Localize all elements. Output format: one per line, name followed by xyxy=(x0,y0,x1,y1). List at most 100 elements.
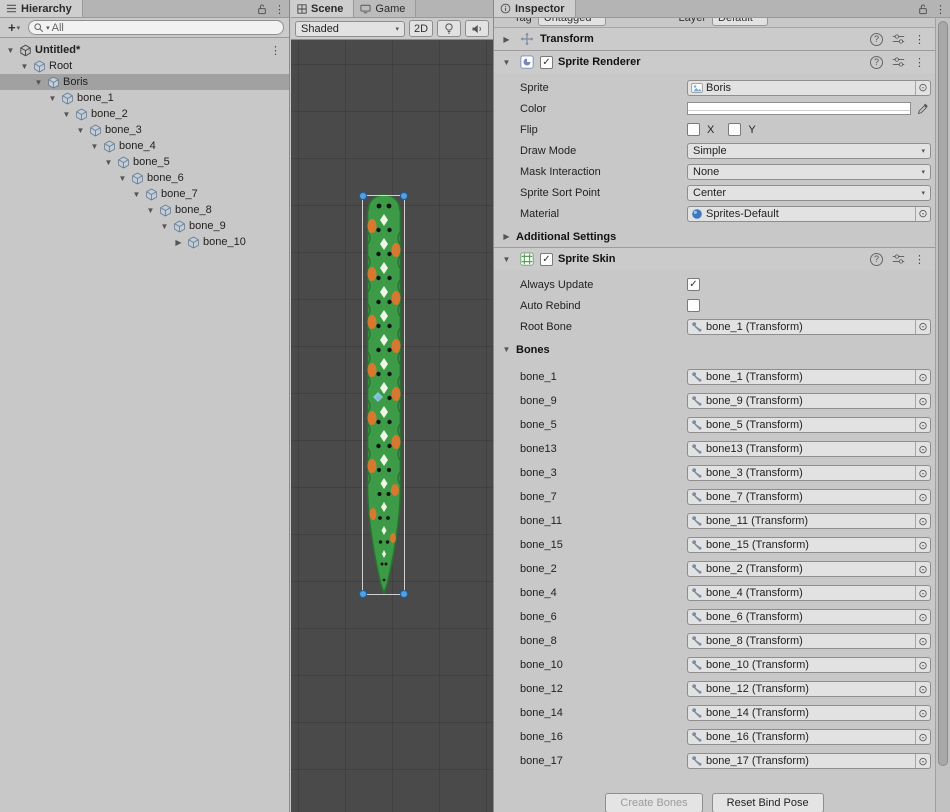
sprite-renderer-enabled-checkbox[interactable] xyxy=(540,56,553,69)
hierarchy-search-input[interactable]: ▾ All xyxy=(28,20,284,35)
object-picker-icon[interactable]: ⊙ xyxy=(915,730,930,744)
object-picker-icon[interactable]: ⊙ xyxy=(915,370,930,384)
foldout-closed[interactable]: ▶ xyxy=(172,238,185,247)
object-field[interactable]: bone_1 (Transform)⊙ xyxy=(687,319,931,335)
object-field[interactable]: bone_12 (Transform)⊙ xyxy=(687,681,931,697)
hierarchy-item-bone-8[interactable]: ▼bone_8 xyxy=(0,202,289,218)
object-picker-icon[interactable]: ⊙ xyxy=(915,562,930,576)
object-field[interactable]: bone_1 (Transform)⊙ xyxy=(687,369,931,385)
hierarchy-item-untitled[interactable]: ▼Untitled*⋮ xyxy=(0,42,289,58)
lock-icon[interactable] xyxy=(918,3,928,15)
object-picker-icon[interactable]: ⊙ xyxy=(915,706,930,720)
foldout-open[interactable]: ▼ xyxy=(158,222,171,231)
object-field[interactable]: bone_2 (Transform)⊙ xyxy=(687,561,931,577)
hierarchy-item-bone-1[interactable]: ▼bone_1 xyxy=(0,90,289,106)
object-picker-icon[interactable]: ⊙ xyxy=(915,81,930,95)
inspector-scrollbar-thumb[interactable] xyxy=(938,21,948,766)
object-picker-icon[interactable]: ⊙ xyxy=(915,490,930,504)
tab-inspector[interactable]: Inspector xyxy=(494,0,576,17)
object-field[interactable]: bone_11 (Transform)⊙ xyxy=(687,513,931,529)
object-picker-icon[interactable]: ⊙ xyxy=(915,586,930,600)
help-icon[interactable]: ? xyxy=(870,56,883,69)
object-picker-icon[interactable]: ⊙ xyxy=(915,514,930,528)
help-icon[interactable]: ? xyxy=(870,33,883,46)
scene-viewport[interactable] xyxy=(291,41,493,812)
tag-dropdown[interactable]: Untagged xyxy=(538,18,607,26)
layer-dropdown[interactable]: Default xyxy=(712,18,768,26)
hierarchy-item-bone-9[interactable]: ▼bone_9 xyxy=(0,218,289,234)
presets-icon[interactable] xyxy=(892,33,905,45)
hierarchy-item-bone-6[interactable]: ▼bone_6 xyxy=(0,170,289,186)
foldout-open[interactable]: ▼ xyxy=(46,94,59,103)
tab-scene[interactable]: Scene xyxy=(291,0,354,17)
foldout-open[interactable]: ▼ xyxy=(102,158,115,167)
selection-handle-bottom-left[interactable] xyxy=(359,590,367,598)
object-picker-icon[interactable]: ⊙ xyxy=(915,394,930,408)
help-icon[interactable]: ? xyxy=(870,253,883,266)
lock-icon[interactable] xyxy=(257,3,267,15)
foldout-closed[interactable]: ▶ xyxy=(500,35,513,44)
component-menu-icon[interactable]: ⋮ xyxy=(914,33,925,46)
presets-icon[interactable] xyxy=(892,253,905,265)
hierarchy-item-bone-3[interactable]: ▼bone_3 xyxy=(0,122,289,138)
hierarchy-item-bone-7[interactable]: ▼bone_7 xyxy=(0,186,289,202)
inspector-scrollbar[interactable] xyxy=(935,18,950,812)
object-picker-icon[interactable]: ⊙ xyxy=(915,634,930,648)
foldout-open[interactable]: ▼ xyxy=(500,255,513,264)
object-picker-icon[interactable]: ⊙ xyxy=(915,418,930,432)
object-picker-icon[interactable]: ⊙ xyxy=(915,320,930,334)
object-field[interactable]: bone_15 (Transform)⊙ xyxy=(687,537,931,553)
object-field[interactable]: bone_16 (Transform)⊙ xyxy=(687,729,931,745)
color-swatch[interactable] xyxy=(687,102,911,115)
hierarchy-menu-icon[interactable]: ⋮ xyxy=(274,3,285,16)
object-picker-icon[interactable]: ⊙ xyxy=(915,442,930,456)
object-picker-icon[interactable]: ⊙ xyxy=(915,610,930,624)
dropdown[interactable]: Simple▾ xyxy=(687,143,931,159)
inspector-menu-icon[interactable]: ⋮ xyxy=(935,3,946,16)
object-field[interactable]: bone_8 (Transform)⊙ xyxy=(687,633,931,649)
foldout-open[interactable]: ▼ xyxy=(130,190,143,199)
always-update-checkbox[interactable] xyxy=(687,278,700,291)
hierarchy-item-bone-4[interactable]: ▼bone_4 xyxy=(0,138,289,154)
reset-bind-pose-button[interactable]: Reset Bind Pose xyxy=(712,793,824,812)
hierarchy-item-bone-2[interactable]: ▼bone_2 xyxy=(0,106,289,122)
foldout-open[interactable]: ▼ xyxy=(32,78,45,87)
toggle-2d-button[interactable]: 2D xyxy=(409,20,433,37)
selection-handle-top-left[interactable] xyxy=(359,192,367,200)
object-field[interactable]: bone_7 (Transform)⊙ xyxy=(687,489,931,505)
component-menu-icon[interactable]: ⋮ xyxy=(914,253,925,266)
object-picker-icon[interactable]: ⊙ xyxy=(915,538,930,552)
object-picker-icon[interactable]: ⊙ xyxy=(915,658,930,672)
tab-hierarchy[interactable]: Hierarchy xyxy=(0,0,83,17)
selection-handle-top-right[interactable] xyxy=(400,192,408,200)
dropdown[interactable]: None▾ xyxy=(687,164,931,180)
additional-settings-foldout[interactable]: ▶ Additional Settings xyxy=(494,226,935,247)
bones-foldout[interactable]: ▼ Bones xyxy=(494,339,935,360)
object-field[interactable]: Sprites-Default⊙ xyxy=(687,206,931,222)
shading-mode-dropdown[interactable]: Shaded ▾ xyxy=(295,21,405,37)
add-gameobject-button[interactable]: + ▾ xyxy=(5,20,23,36)
hierarchy-item-bone-10[interactable]: ▶bone_10 xyxy=(0,234,289,250)
scene-options-icon[interactable]: ⋮ xyxy=(270,44,281,57)
object-field[interactable]: bone_17 (Transform)⊙ xyxy=(687,753,931,769)
sprite-skin-enabled-checkbox[interactable] xyxy=(540,253,553,266)
dropdown[interactable]: Center▾ xyxy=(687,185,931,201)
object-field[interactable]: bone_5 (Transform)⊙ xyxy=(687,417,931,433)
object-picker-icon[interactable]: ⊙ xyxy=(915,682,930,696)
foldout-open[interactable]: ▼ xyxy=(74,126,87,135)
scene-audio-button[interactable] xyxy=(465,20,489,37)
foldout-open[interactable]: ▼ xyxy=(4,46,17,55)
hierarchy-item-root[interactable]: ▼Root xyxy=(0,58,289,74)
tab-game[interactable]: Game xyxy=(354,0,416,17)
auto-rebind-checkbox[interactable] xyxy=(687,299,700,312)
create-bones-button[interactable]: Create Bones xyxy=(605,793,702,812)
presets-icon[interactable] xyxy=(892,56,905,68)
object-field[interactable]: bone_4 (Transform)⊙ xyxy=(687,585,931,601)
selection-handle-bottom-right[interactable] xyxy=(400,590,408,598)
foldout-open[interactable]: ▼ xyxy=(500,58,513,67)
scene-lighting-button[interactable] xyxy=(437,20,461,37)
foldout-open[interactable]: ▼ xyxy=(144,206,157,215)
foldout-open[interactable]: ▼ xyxy=(18,62,31,71)
object-field[interactable]: bone_10 (Transform)⊙ xyxy=(687,657,931,673)
flip-x-checkbox[interactable] xyxy=(687,123,700,136)
